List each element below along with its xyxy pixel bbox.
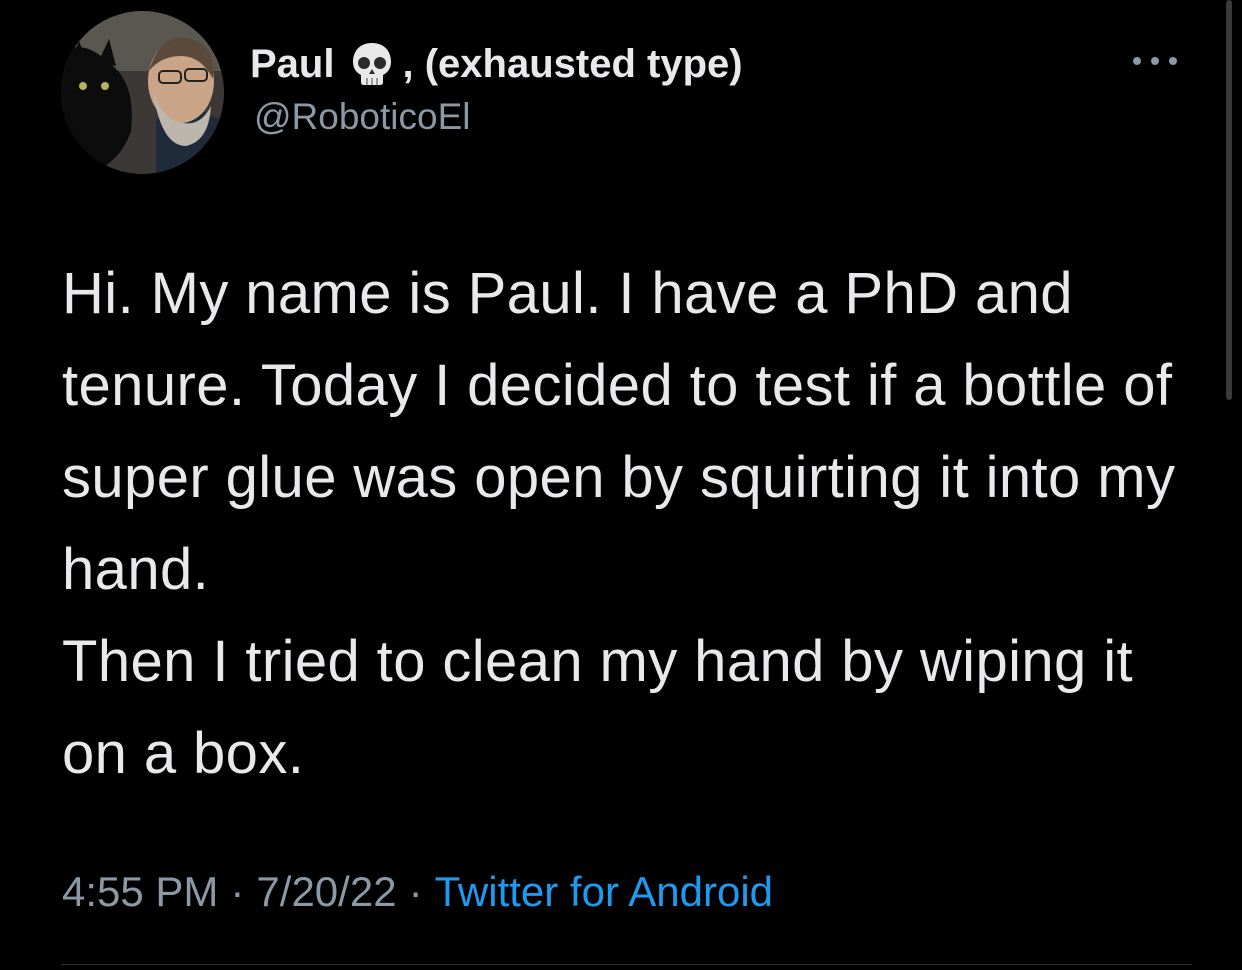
author-name-row[interactable]: Paul , (exhausted type) bbox=[250, 36, 743, 92]
avatar[interactable] bbox=[61, 11, 224, 174]
separator: · bbox=[408, 868, 423, 915]
tweet-paragraph: Then I tried to clean my hand by wiping … bbox=[62, 629, 1134, 786]
tweet-text: Hi. My name is Paul. I have a PhD and te… bbox=[62, 248, 1192, 800]
tweet-metadata: 4:55 PM · 7/20/22 · Twitter for Android bbox=[62, 868, 773, 916]
separator: · bbox=[230, 868, 245, 915]
scrollbar[interactable] bbox=[1226, 0, 1232, 400]
avatar-photo bbox=[61, 11, 224, 174]
tweet-date[interactable]: 7/20/22 bbox=[256, 868, 396, 915]
tweet: Paul , (exhausted type) @RoboticoEl Hi. … bbox=[0, 0, 1242, 970]
divider bbox=[62, 964, 1192, 965]
skull-icon bbox=[348, 40, 396, 88]
tweet-source-link[interactable]: Twitter for Android bbox=[435, 868, 773, 915]
author-display-name: Paul bbox=[250, 41, 335, 86]
more-horizontal-icon[interactable] bbox=[1133, 55, 1177, 67]
tweet-paragraph: Hi. My name is Paul. I have a PhD and te… bbox=[62, 261, 1176, 602]
tweet-time[interactable]: 4:55 PM bbox=[62, 868, 218, 915]
author-handle[interactable]: @RoboticoEl bbox=[254, 96, 471, 138]
author-display-name-suffix: , (exhausted type) bbox=[402, 41, 743, 86]
